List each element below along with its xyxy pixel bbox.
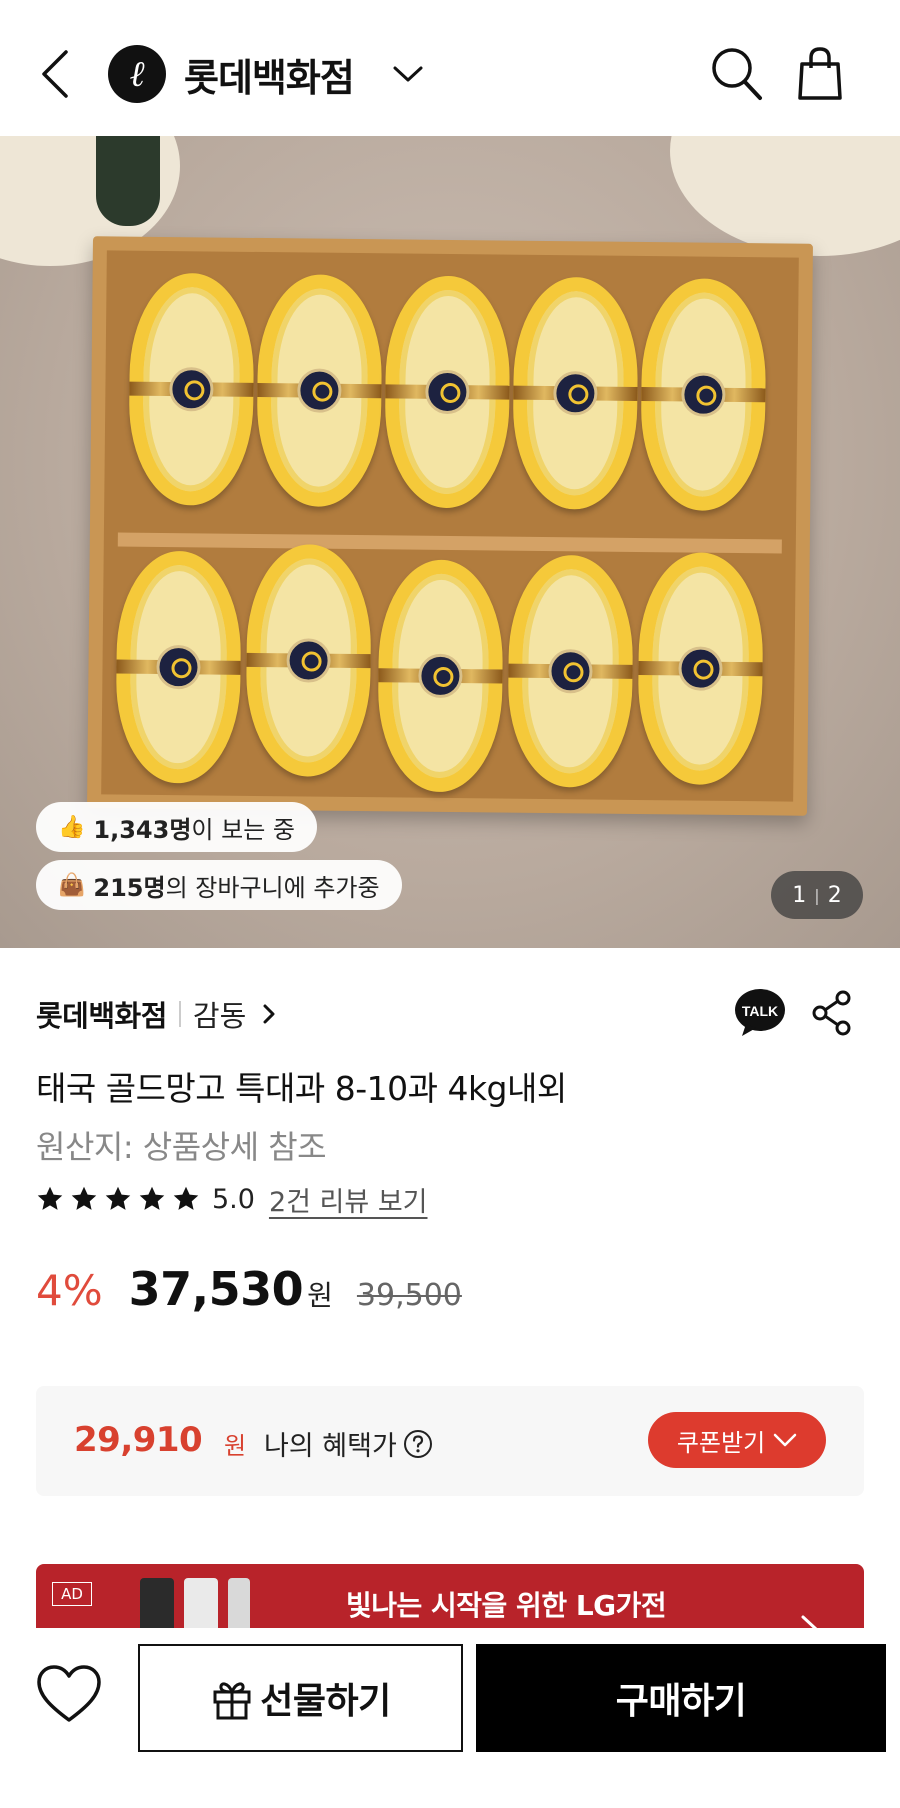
bliss-sticker-icon [548,649,593,694]
mango [115,550,242,784]
viewers-badge: 👍 1,343명 이 보는 중 [36,802,317,852]
bliss-sticker-icon [286,638,331,683]
benefit-price: 29,910 [74,1420,203,1460]
product-image-carousel[interactable]: 👍 1,343명 이 보는 중 👜 215명 의 장바구니에 추가중 1 | 2 [0,136,900,948]
chevron-down-icon [393,66,423,82]
mango [245,543,372,778]
bliss-sticker-icon [418,653,463,699]
top-header: ℓ 롯데백화점 [0,0,900,136]
product-origin: 원산지: 상품상세 참조 [36,1128,327,1166]
image-counter-total: 2 [827,882,842,908]
benefit-label: 나의 혜택가 [264,1431,397,1462]
ad-text: 빛나는 시작을 위한 LG가전 [346,1589,667,1622]
rating-row: 5.0 2건 리뷰 보기 [36,1176,428,1222]
cloth-decoration [670,136,900,256]
gift-button-label: 선물하기 [260,1680,391,1721]
logo-letter: ℓ [129,54,145,95]
image-counter: 1 | 2 [771,871,863,919]
bliss-sticker-icon [297,368,342,413]
mango [256,273,383,508]
bliss-sticker-icon [678,646,723,691]
brand-name: 롯데백화점 [184,55,355,100]
bliss-sticker-icon [681,372,726,417]
sale-price: 37,530 [128,1262,304,1316]
shopping-bag-emoji-icon: 👜 [58,872,86,898]
bliss-sticker-icon [553,371,598,416]
cart-adds-badge: 👜 215명 의 장바구니에 추가중 [36,860,402,910]
price-row: 4% 37,530 원 39,500 [36,1262,462,1320]
mango [507,554,634,788]
mango [640,278,767,512]
buy-button-label: 구매하기 [615,1680,747,1721]
chevron-right-icon [263,1004,275,1024]
bliss-sticker-icon [169,367,214,412]
bliss-sticker-icon [156,644,201,690]
seller-name: 롯데백화점 [36,999,167,1033]
mango [512,276,639,510]
thumbs-up-icon: 👍 [58,814,86,840]
back-arrow-icon[interactable] [36,46,76,102]
star-icon [139,1186,165,1210]
gift-button[interactable]: 선물하기 [138,1644,463,1752]
tassel-decoration [96,136,160,226]
mango [384,275,511,509]
image-counter-separator: | [814,885,820,905]
star-rating [36,1185,206,1213]
cart-adds-suffix: 의 장바구니에 추가중 [165,873,380,902]
bliss-sticker-icon [425,369,470,415]
question-mark-icon[interactable] [403,1429,433,1459]
product-title: 태국 골드망고 특대과 8-10과 4kg내외 [36,1069,567,1108]
buy-button[interactable]: 구매하기 [476,1644,886,1752]
search-icon[interactable] [710,46,764,102]
bottom-action-bar: 선물하기 구매하기 [0,1628,900,1808]
kakao-talk-icon[interactable]: TALK [734,988,786,1038]
ad-tag: AD [52,1582,92,1606]
mango [128,272,255,506]
coupon-button-label: 쿠폰받기 [676,1429,766,1457]
price-unit: 원 [307,1279,333,1312]
viewers-count: 1,343명 [93,815,192,844]
heart-icon[interactable] [36,1664,102,1724]
benefit-label-group: 나의 혜택가 [264,1424,433,1463]
lotte-logo-icon: ℓ [108,45,166,103]
mango [377,559,504,793]
brand-selector[interactable]: ℓ 롯데백화점 [108,44,424,104]
discount-rate: 4% [36,1266,103,1315]
star-icon [71,1186,97,1210]
chevron-down-icon [773,1433,797,1447]
star-icon [173,1186,199,1210]
benefit-price-unit: 원 [224,1432,247,1460]
coupon-button[interactable]: 쿠폰받기 [648,1412,826,1468]
benefit-price-box: 29,910 원 나의 혜택가 쿠폰받기 [36,1386,864,1496]
seller-brand-link[interactable]: 롯데백화점 감동 [36,990,276,1038]
rating-value: 5.0 [212,1183,255,1215]
shopping-bag-icon[interactable] [798,46,842,100]
divider [178,1001,181,1027]
mango-box [87,236,813,816]
talk-label: TALK [742,1003,778,1019]
brand-name-link[interactable]: 감동 [193,993,246,1035]
cart-adds-count: 215명 [93,873,166,902]
share-icon[interactable] [812,990,852,1036]
original-price: 39,500 [356,1278,462,1313]
star-icon [37,1186,63,1210]
image-counter-current: 1 [792,882,807,908]
mango [637,551,764,786]
viewers-suffix: 이 보는 중 [191,815,295,844]
gift-icon [213,1682,251,1720]
reviews-link[interactable]: 2건 리뷰 보기 [269,1180,428,1219]
star-icon [105,1186,131,1210]
